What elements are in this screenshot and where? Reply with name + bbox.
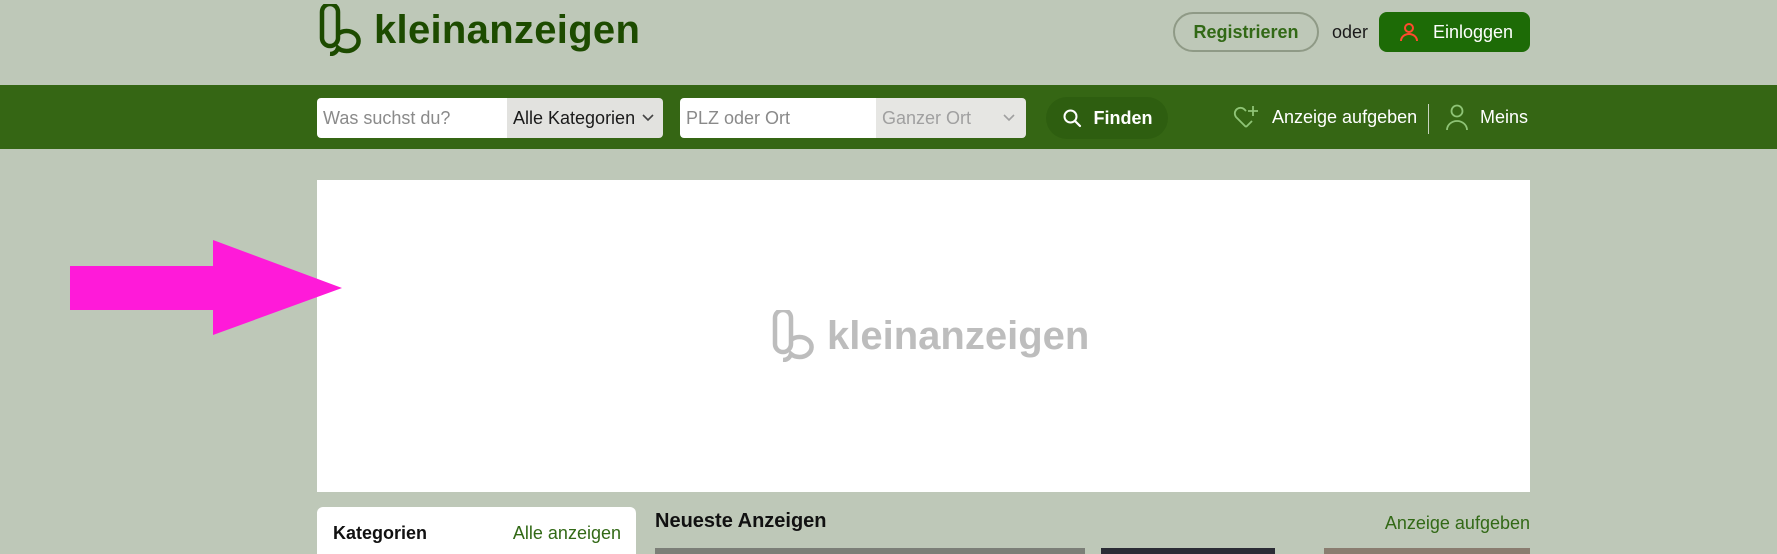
- user-icon: [1400, 23, 1418, 42]
- heart-plus-icon: [1233, 106, 1258, 128]
- categories-card: Kategorien Alle anzeigen: [317, 507, 636, 554]
- listing-thumbnail[interactable]: [1324, 548, 1530, 554]
- show-all-categories-link[interactable]: Alle anzeigen: [513, 523, 621, 544]
- search-bar: Alle Kategorien Ganzer Ort Finden Anzeig…: [0, 85, 1777, 149]
- category-select[interactable]: Alle Kategorien: [507, 98, 663, 138]
- nav-divider: [1428, 104, 1429, 134]
- kleinanzeigen-logo-icon: [319, 4, 361, 56]
- search-input[interactable]: [317, 98, 507, 138]
- account-link[interactable]: Meins: [1444, 101, 1528, 133]
- register-button[interactable]: Registrieren: [1173, 12, 1319, 52]
- radius-select[interactable]: Ganzer Ort: [876, 98, 1026, 138]
- ad-banner: kleinanzeigen: [317, 180, 1530, 492]
- account-label: Meins: [1480, 106, 1529, 127]
- find-label: Finden: [1093, 107, 1153, 128]
- radius-selected-value: Ganzer Ort: [882, 107, 972, 128]
- or-text: oder: [1332, 22, 1369, 42]
- search-icon: [1063, 109, 1081, 128]
- annotation-arrow-icon: [70, 240, 342, 335]
- chevron-down-icon: [642, 114, 654, 122]
- find-button[interactable]: Finden: [1046, 97, 1168, 139]
- listing-thumbnail[interactable]: [655, 548, 1085, 554]
- newest-listings-title: Neueste Anzeigen: [655, 510, 827, 532]
- kleinanzeigen-logo-icon: [772, 310, 814, 362]
- user-icon: [1446, 104, 1468, 131]
- category-selected-value: Alle Kategorien: [513, 107, 636, 128]
- post-ad-secondary-link[interactable]: Anzeige aufgeben: [1385, 513, 1530, 534]
- post-ad-link[interactable]: Anzeige aufgeben: [1232, 101, 1417, 133]
- post-ad-label: Anzeige aufgeben: [1272, 106, 1418, 127]
- site-logo[interactable]: kleinanzeigen: [316, 4, 640, 56]
- chevron-down-icon: [1003, 114, 1015, 122]
- login-button[interactable]: Einloggen: [1379, 12, 1530, 52]
- banner-logo: kleinanzeigen: [769, 310, 1089, 362]
- categories-title: Kategorien: [333, 523, 428, 543]
- banner-brand-name: kleinanzeigen: [827, 313, 1090, 358]
- location-input[interactable]: [680, 98, 876, 138]
- site-header: kleinanzeigen Registrieren oder Einlogge…: [0, 0, 1777, 85]
- brand-name: kleinanzeigen: [374, 8, 641, 52]
- listing-thumbnail[interactable]: [1101, 548, 1275, 554]
- login-label: Einloggen: [1433, 21, 1514, 42]
